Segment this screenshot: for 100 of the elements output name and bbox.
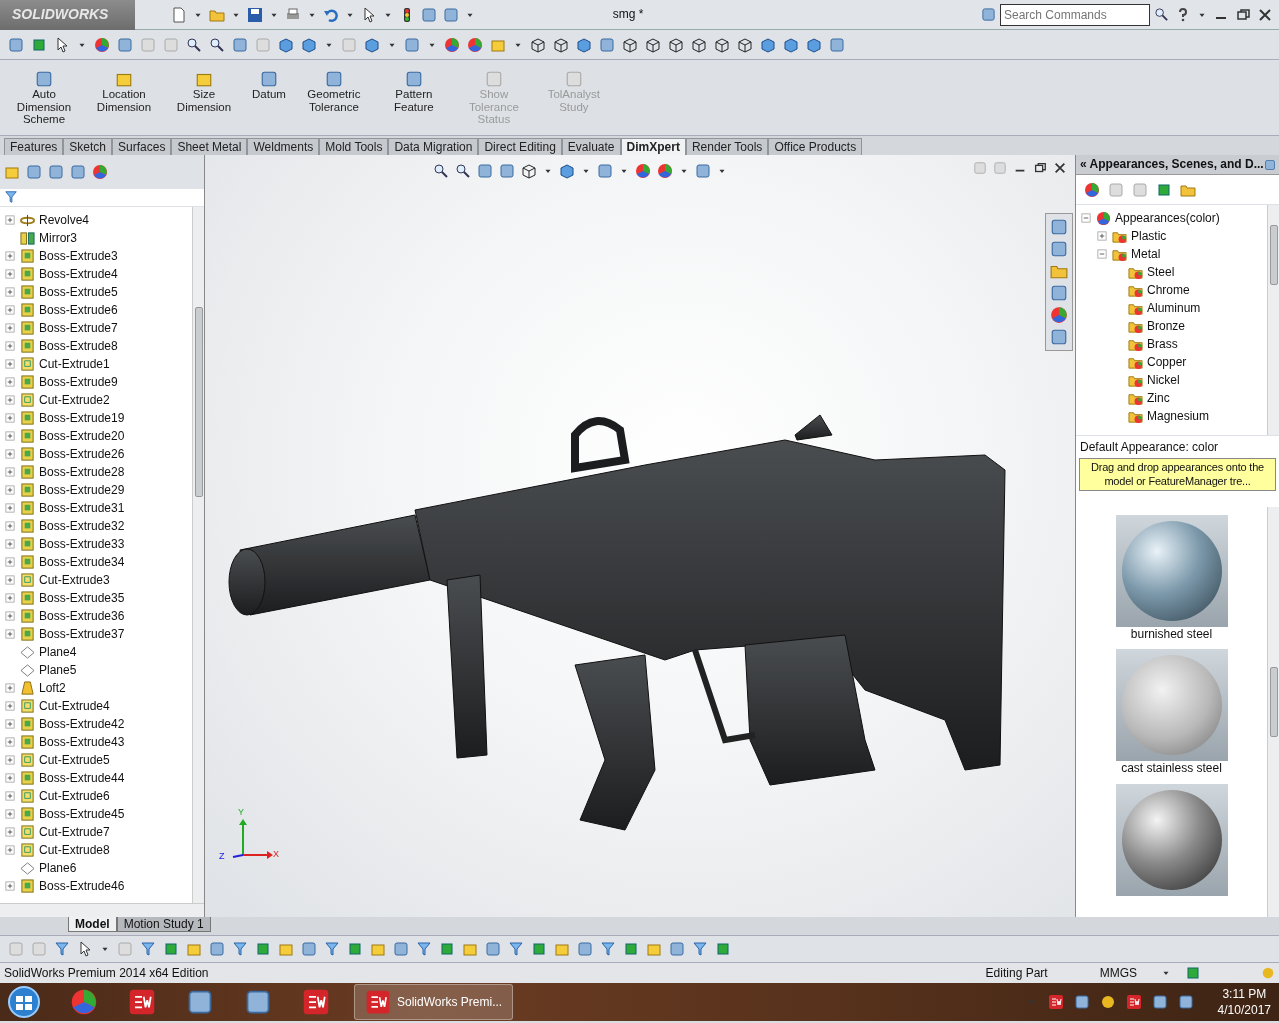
add-appearance-icon[interactable] [1084, 181, 1100, 198]
feature-tree-item[interactable]: Boss-Extrude43 [39, 734, 125, 750]
ribbon-tab[interactable]: Surfaces [112, 137, 172, 155]
expand-toggle-icon[interactable] [4, 322, 16, 334]
view-orientation-icon[interactable] [278, 36, 294, 53]
feature-tree-item[interactable]: Boss-Extrude29 [39, 482, 125, 498]
document-tab[interactable]: Motion Study 1 [116, 917, 211, 933]
feature-tree-item[interactable]: Cut-Extrude1 [39, 356, 110, 372]
cube-icon[interactable] [783, 36, 799, 53]
feature-tree-item[interactable]: Boss-Extrude44 [39, 770, 125, 786]
ribbon-tab[interactable]: Render Tools [685, 137, 769, 155]
clock-time[interactable]: 3:11 PM [1217, 985, 1271, 1002]
display-style-icon[interactable] [559, 163, 575, 179]
feature-tree-item[interactable]: Boss-Extrude45 [39, 806, 125, 822]
ribbon-tab[interactable]: Mold Tools [319, 137, 389, 155]
scene-icon[interactable] [467, 36, 483, 53]
expand-toggle-icon[interactable] [4, 376, 16, 388]
appearance-tree-item[interactable]: Brass [1147, 336, 1178, 352]
zoom-fit-icon[interactable] [433, 163, 449, 179]
feature-tree-item[interactable]: Boss-Extrude3 [39, 248, 118, 264]
appearance-tree-item[interactable]: Chrome [1147, 282, 1190, 298]
save-icon[interactable] [247, 6, 263, 23]
expand-toggle-icon[interactable] [4, 394, 16, 406]
expand-toggle-icon[interactable] [4, 880, 16, 892]
search-icon[interactable] [1154, 7, 1169, 22]
appearance-tree-item[interactable]: Steel [1147, 264, 1175, 280]
feature-tree-item[interactable]: Boss-Extrude42 [39, 716, 125, 732]
scene-icon[interactable] [657, 163, 673, 179]
expand-toggle-icon[interactable] [4, 430, 16, 442]
feature-tree-item[interactable]: Boss-Extrude37 [39, 626, 125, 642]
ribbon-tab[interactable]: Features [4, 137, 64, 155]
scrollbar[interactable] [192, 207, 204, 903]
command-button[interactable]: Datum [248, 68, 290, 103]
feature-tree-item[interactable]: Plane6 [39, 860, 77, 876]
feature-tree-item[interactable]: Boss-Extrude9 [39, 374, 118, 390]
expand-toggle-icon[interactable] [4, 520, 16, 532]
appearance-icon[interactable] [635, 163, 651, 179]
expand-toggle-icon[interactable] [4, 358, 16, 370]
ribbon-tab[interactable]: Weldments [247, 137, 320, 155]
expand-toggle-icon[interactable] [4, 268, 16, 280]
feature-tree-item[interactable]: Boss-Extrude33 [39, 536, 125, 552]
command-button[interactable]: Auto Dimension Scheme [8, 68, 80, 128]
feature-tree-item[interactable]: Plane4 [39, 644, 77, 660]
expand-toggle-icon[interactable] [4, 718, 16, 730]
expand-toggle-icon[interactable] [4, 538, 16, 550]
expand-toggle-icon[interactable] [4, 286, 16, 298]
feature-tree-item[interactable]: Boss-Extrude6 [39, 302, 118, 318]
wireframe-cube-icon[interactable] [714, 36, 730, 53]
wireframe-cube-icon[interactable] [737, 36, 753, 53]
feature-tree-item[interactable]: Boss-Extrude46 [39, 878, 125, 894]
feature-tree-item[interactable]: Boss-Extrude31 [39, 500, 125, 516]
expand-toggle-icon[interactable] [4, 826, 16, 838]
appearance-tree-item[interactable]: Aluminum [1147, 300, 1201, 316]
expand-toggle-icon[interactable] [4, 250, 16, 262]
wireframe-cube-icon[interactable] [645, 36, 661, 53]
feature-tree-item[interactable]: Cut-Extrude8 [39, 842, 110, 858]
expand-toggle-icon[interactable] [1096, 230, 1108, 242]
feature-tree-item[interactable]: Cut-Extrude4 [39, 698, 110, 714]
search-commands-field[interactable]: Search Commands [1000, 3, 1150, 26]
feature-tree-item[interactable]: Cut-Extrude5 [39, 752, 110, 768]
appearance-tree-item[interactable]: Appearances(color) [1115, 210, 1220, 226]
appearance-tree-item[interactable]: Plastic [1131, 228, 1167, 244]
ribbon-tab[interactable]: Office Products [768, 137, 863, 155]
feature-tree-item[interactable]: Boss-Extrude36 [39, 608, 125, 624]
zoom-area-icon[interactable] [455, 163, 471, 179]
feature-tree-item[interactable]: Boss-Extrude7 [39, 320, 118, 336]
ribbon-tab[interactable]: Sheet Metal [171, 137, 248, 155]
appearance-tree-item[interactable]: Nickel [1147, 372, 1180, 388]
feature-tree-item[interactable]: Boss-Extrude34 [39, 554, 125, 570]
cube-icon[interactable] [760, 36, 776, 53]
feature-tree-item[interactable]: Boss-Extrude28 [39, 464, 125, 480]
ribbon-tab[interactable]: Direct Editing [478, 137, 562, 155]
appearance-tree-item[interactable]: Metal [1131, 246, 1161, 262]
close-icon[interactable] [1257, 6, 1273, 23]
expand-toggle-icon[interactable] [4, 736, 16, 748]
cube-icon[interactable] [364, 36, 380, 53]
appearance-tree-item[interactable]: Magnesium [1147, 408, 1210, 424]
expand-toggle-icon[interactable] [4, 610, 16, 622]
feature-tree-item[interactable]: Mirror3 [39, 230, 77, 246]
expand-toggle-icon[interactable] [4, 304, 16, 316]
expand-toggle-icon[interactable] [4, 844, 16, 856]
appearance-tree-item[interactable]: Copper [1147, 354, 1187, 370]
feature-tree-item[interactable]: Loft2 [39, 680, 66, 696]
feature-tree-item[interactable]: Boss-Extrude35 [39, 590, 125, 606]
expand-toggle-icon[interactable] [4, 466, 16, 478]
wireframe-cube-icon[interactable] [622, 36, 638, 53]
feature-tree-item[interactable]: Boss-Extrude32 [39, 518, 125, 534]
expand-toggle-icon[interactable] [4, 790, 16, 802]
command-button[interactable]: Pattern Feature [377, 68, 450, 116]
ribbon-tab[interactable]: Data Migration [388, 137, 479, 155]
feature-tree-item[interactable]: Boss-Extrude4 [39, 266, 118, 282]
expand-toggle-icon[interactable] [4, 592, 16, 604]
scrollbar[interactable] [0, 903, 204, 917]
scrollbar[interactable] [1267, 506, 1279, 917]
cube-icon[interactable] [806, 36, 822, 53]
feature-tree-item[interactable]: Revolve4 [39, 212, 90, 228]
zoom-fit-icon[interactable] [186, 36, 202, 53]
feature-tree-item[interactable]: Boss-Extrude26 [39, 446, 125, 462]
zoom-area-icon[interactable] [209, 36, 225, 53]
view-orientation-icon[interactable] [521, 163, 537, 179]
